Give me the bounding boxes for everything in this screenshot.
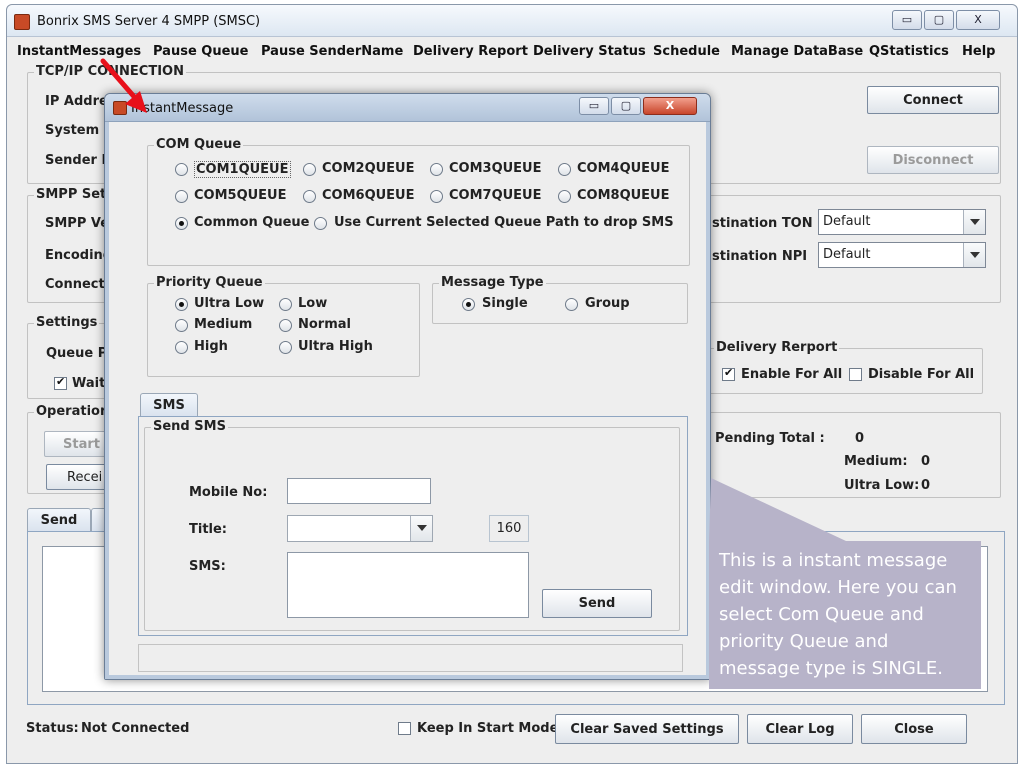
annotation-callout: This is a instant message edit window. H… [709, 541, 981, 689]
callout-pointer [709, 478, 846, 541]
red-arrow-icon [100, 58, 147, 113]
